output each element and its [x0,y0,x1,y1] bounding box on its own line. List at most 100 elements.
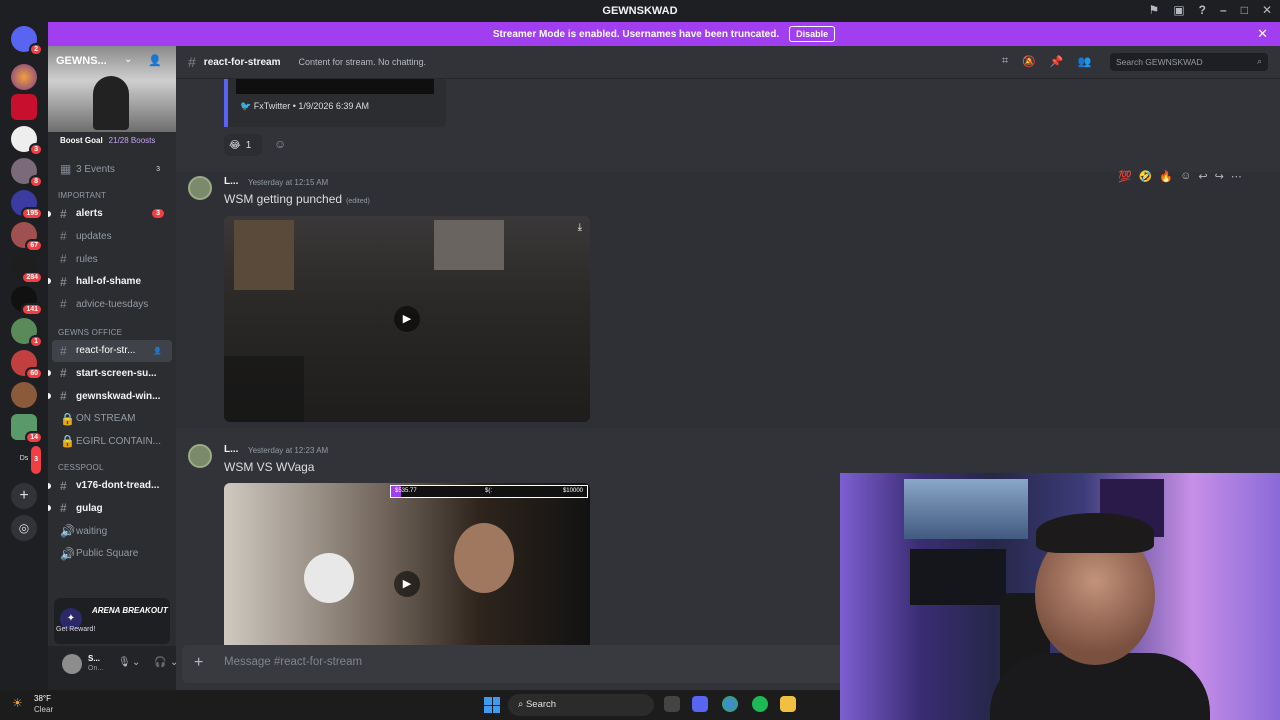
category-gewns-office[interactable]: GEWNS OFFICE [48,322,176,340]
taskbar-app-icon[interactable] [664,696,680,712]
channel-rules[interactable]: # rules [48,248,176,271]
members-icon[interactable]: 👥 [1078,55,1092,68]
more-icon[interactable]: ⋯ [1231,170,1242,183]
speaker-icon: 🔊 [60,546,75,561]
discord-app-icon[interactable] [692,696,708,712]
server-icon[interactable]: Ds 3 [11,444,43,476]
file-explorer-icon[interactable] [780,696,796,712]
message-input[interactable]: Message #react-for-stream [224,656,362,668]
chrome-app-icon[interactable] [722,696,738,712]
weather-temp[interactable]: 38°F [34,694,51,703]
direct-messages-icon[interactable]: 2 [11,26,43,56]
windows-start-icon[interactable] [484,697,500,713]
channel-react-for-stream[interactable]: # react-for-str... 👤 [52,339,172,363]
spotify-app-icon[interactable] [752,696,768,712]
taskbar-search[interactable]: ⌕ Search [508,694,654,716]
channel-updates[interactable]: # updates [48,225,176,248]
category-important[interactable]: IMPORTANT [48,185,176,203]
invite-user-icon[interactable]: 👤 [148,54,162,67]
channel-alerts[interactable]: # alerts 3 [48,203,176,226]
add-reaction-icon[interactable]: ☺ [274,137,286,151]
username[interactable]: S... [88,654,100,663]
server-icon[interactable]: 284 [11,254,43,284]
message-content: WSM VS WVaga [224,460,315,474]
maximize-icon[interactable]: □ [1241,3,1248,17]
message[interactable]: L... Yesterday at 12:15 AM WSM getting p… [176,170,1280,428]
hash-icon: # [60,274,67,289]
server-icon[interactable]: 1 [11,318,43,348]
message-composer[interactable]: + Message #react-for-stream [182,645,846,683]
guild-name[interactable]: GEWNS... [56,55,107,67]
server-icon[interactable]: 14 [11,414,43,444]
headphones-icon[interactable]: 🎧 [154,657,166,668]
gewnskwad-server-icon[interactable]: 3 [11,126,43,156]
reaction-pill[interactable]: 😂 1 [224,134,262,156]
channel-gewnskwad-win[interactable]: # gewnskwad-win... [48,385,176,408]
search-icon: ⌕ [1256,56,1262,66]
channel-v176[interactable]: # v176-dont-tread... [48,475,176,498]
channel-egirl-container[interactable]: 🔒 EGIRL CONTAIN... [48,430,176,453]
server-icon[interactable]: 60 [11,350,43,380]
category-cesspool[interactable]: CESSPOOL [48,457,176,475]
plus-icon[interactable]: + [194,654,203,672]
play-button[interactable]: ▶ [394,306,420,332]
promo-subtitle: Get Reward! [56,626,96,633]
add-reaction-icon[interactable]: ☺ [1180,170,1191,183]
server-icon[interactable] [11,94,37,120]
guild-banner[interactable]: GEWNS... ⌄ 👤 [48,46,176,132]
avatar[interactable] [188,444,212,468]
avatar[interactable] [188,176,212,200]
disable-streamer-mode-button[interactable]: Disable [789,26,836,42]
reaction-laugh-icon[interactable]: 🤣 [1139,170,1153,183]
mute-bell-icon[interactable]: 🔕 [1022,55,1036,68]
server-icon[interactable] [11,64,37,90]
channel-topic[interactable]: Content for stream. No chatting. [299,57,427,67]
message-author[interactable]: L... [224,176,238,187]
threads-icon[interactable]: ⌗ [1002,55,1008,68]
channel-header: # react-for-stream Content for stream. N… [176,46,1280,79]
video-frame-chat-overlay [224,356,304,422]
reaction-100-icon[interactable]: 💯 [1118,170,1132,183]
voice-channel-public-square[interactable]: 🔊 Public Square [48,542,176,565]
chevron-down-icon[interactable]: ⌄ [124,54,132,65]
avatar[interactable] [62,654,82,674]
download-icon[interactable]: ⤓ [578,222,582,233]
discover-icon[interactable]: ◎ [11,515,37,541]
search-input[interactable]: Search GEWNSKWAD ⌕ [1110,53,1268,71]
channel-hall-of-shame[interactable]: # hall-of-shame [48,270,176,293]
server-icon[interactable]: 195 [11,190,43,220]
close-window-icon[interactable]: ✕ [1262,3,1272,17]
microphone-icon[interactable]: 🎙 [118,657,131,668]
channel-start-screen[interactable]: # start-screen-su... [48,362,176,385]
play-button[interactable]: ▶ [394,571,420,597]
help-icon[interactable]: ? [1199,3,1206,17]
channel-on-stream[interactable]: 🔒 ON STREAM [48,407,176,430]
window-title: GEWNSKWAD [602,5,678,17]
server-icon[interactable]: 141 [11,286,43,316]
message-content: WSM getting punched [224,192,343,206]
events-item[interactable]: ▦ 3 Events 3 [48,158,176,181]
channel-gulag[interactable]: # gulag [48,497,176,520]
forward-icon[interactable]: ↪ [1215,170,1224,183]
server-icon[interactable]: 67 [11,222,43,252]
reaction-fire-icon[interactable]: 🔥 [1159,170,1173,183]
video-attachment[interactable]: ⤓ ▶ [224,216,590,422]
server-icon[interactable]: 8 [11,158,43,188]
voice-channel-waiting[interactable]: 🔊 waiting [48,520,176,543]
screen-icon[interactable]: ▣ [1173,3,1184,17]
close-banner-icon[interactable]: ✕ [1257,26,1268,42]
video-attachment[interactable]: $535.77 $(: $10000 ▶ [224,483,590,653]
pin-icon[interactable]: 📌 [1050,55,1064,68]
reply-icon[interactable]: ↩ [1198,170,1207,183]
add-server-icon[interactable]: + [11,483,37,509]
reward-promo[interactable]: ✦ ARENA BREAKOUT Get Reward! [54,598,170,644]
server-icon[interactable] [11,382,37,408]
inbox-flag-icon[interactable]: ⚑ [1149,3,1160,17]
message-author[interactable]: L... [224,444,238,455]
chevron-down-icon[interactable]: ⌄ [132,657,140,668]
channel-advice-tuesdays[interactable]: # advice-tuesdays [48,293,176,316]
minimize-icon[interactable]: – [1220,3,1227,17]
invite-user-icon[interactable]: 👤 [149,346,166,356]
boost-goal[interactable]: Boost Goal 21/28 Boosts [48,132,176,152]
twitter-embed[interactable]: 🐦 FxTwitter • 1/9/2026 6:39 AM [224,79,446,127]
